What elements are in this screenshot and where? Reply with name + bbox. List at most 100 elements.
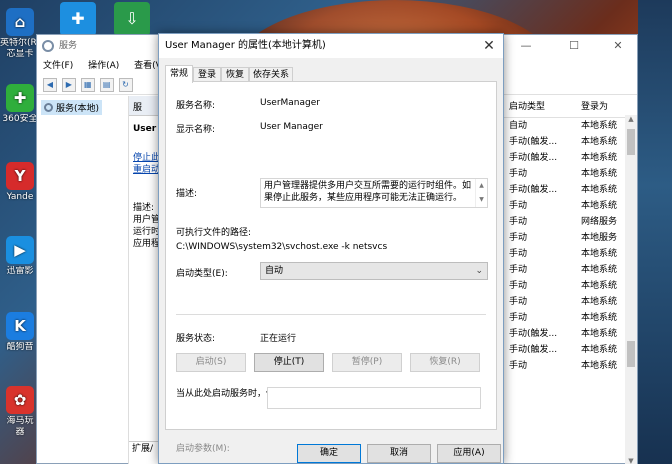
close-icon[interactable]: ✕ (479, 34, 499, 58)
table-row[interactable]: 手动 本地系统 (501, 198, 625, 214)
logon-as-cell: 本地系统 (581, 201, 618, 211)
startup-type-label: 启动类型(E): (176, 269, 228, 279)
logon-as-cell: 本地系统 (581, 361, 618, 371)
stop-button[interactable]: 停止(T) (254, 353, 324, 372)
start-button[interactable]: 启动(S) (176, 353, 246, 372)
table-row[interactable]: 手动 本地系统 (501, 262, 625, 278)
desktop-icon-360[interactable]: ✚ 360安全 (0, 84, 40, 125)
startup-type-cell: 手动 (509, 169, 528, 179)
tab-standard[interactable]: / (150, 444, 153, 454)
xunlei-player-icon: ▶ (6, 236, 34, 264)
scroll-up-icon[interactable]: ▲ (476, 179, 487, 193)
logon-as-cell: 本地系统 (581, 153, 618, 163)
resume-button[interactable]: 恢复(R) (410, 353, 480, 372)
desktop-icon-yandex[interactable]: Y Yande (0, 162, 40, 203)
tab-logon[interactable]: 登录 (193, 67, 221, 82)
table-row[interactable]: 手动(触发... 本地系统 (501, 326, 625, 342)
desktop-icon-kugou[interactable]: K 酷狗音 (0, 312, 40, 353)
table-row[interactable]: 手动 网络服务 (501, 214, 625, 230)
description-scrollbar[interactable]: ▲ ▼ (475, 179, 487, 207)
startup-type-cell: 手动 (509, 313, 528, 323)
desktop-icon-haima[interactable]: ✿ 海马玩 器 (0, 386, 40, 438)
table-row[interactable]: 手动 本地系统 (501, 358, 625, 374)
services-gear-icon (44, 103, 53, 112)
tab-extended[interactable]: 扩展 (132, 444, 150, 454)
scroll-down-icon[interactable]: ▼ (476, 193, 487, 207)
services-gear-icon (42, 40, 54, 52)
dialog-titlebar[interactable]: User Manager 的属性(本地计算机) ✕ (159, 34, 503, 58)
tab-recovery[interactable]: 恢复 (221, 67, 249, 82)
table-row[interactable]: 手动 本地系统 (501, 294, 625, 310)
pause-button[interactable]: 暂停(P) (332, 353, 402, 372)
startup-type-cell: 手动 (509, 233, 528, 243)
dialog-title: User Manager 的属性(本地计算机) (165, 40, 326, 51)
restart-service-link[interactable]: 重启动 (133, 162, 160, 175)
startup-type-cell: 手动 (509, 297, 528, 307)
apply-button[interactable]: 应用(A) (437, 444, 501, 463)
table-row[interactable]: 手动 本地系统 (501, 166, 625, 182)
scroll-up-icon[interactable]: ▲ (625, 115, 637, 123)
startup-type-select[interactable]: 自动 ⌄ (260, 262, 488, 280)
scroll-down-icon[interactable]: ▼ (625, 457, 637, 464)
startup-type-cell: 手动(触发... (509, 345, 558, 355)
table-row[interactable]: 手动 本地服务 (501, 230, 625, 246)
table-row[interactable]: 手动 本地系统 (501, 310, 625, 326)
startup-type-cell: 自动 (509, 121, 528, 131)
app-shortcut-icon[interactable]: ✚ (60, 2, 96, 36)
description-box[interactable]: 用户管理器提供多用户交互所需要的运行时组件。如果停止此服务，某些应用程序可能无法… (260, 178, 488, 208)
console-tree-icon[interactable]: ▦ (80, 78, 95, 92)
column-logon-as[interactable]: 登录为 (581, 96, 608, 118)
table-row[interactable]: 手动(触发... 本地系统 (501, 134, 625, 150)
wallpaper-right-strip (638, 0, 672, 464)
table-row[interactable]: 手动(触发... 本地系统 (501, 342, 625, 358)
table-row[interactable]: 手动(触发... 本地系统 (501, 182, 625, 198)
maximize-icon[interactable]: ☐ (559, 35, 589, 57)
menu-action[interactable]: 操作(A) (88, 61, 119, 71)
haima-emulator-icon: ✿ (6, 386, 34, 414)
desktop-icon-intel[interactable]: ⌂ 英特尔(R) 芯显卡 (0, 8, 40, 60)
kugou-music-icon: K (6, 312, 34, 340)
console-tree: 服务(本地) (37, 96, 129, 464)
table-row[interactable]: 手动(触发... 本地系统 (501, 150, 625, 166)
minimize-icon[interactable]: — (511, 35, 541, 57)
table-row[interactable]: 自动 本地系统 (501, 118, 625, 134)
start-params-input[interactable] (267, 387, 481, 409)
service-name-value: UserManager (260, 98, 320, 108)
tab-dependencies[interactable]: 依存关系 (249, 67, 293, 82)
desktop-icon-label: 芯显卡 (6, 49, 34, 59)
scroll-thumb-secondary[interactable] (627, 341, 635, 367)
display-name-label: 显示名称: (176, 125, 216, 135)
list-header: 启动类型 登录为 (501, 96, 625, 118)
tree-item-label: 服务(本地) (56, 104, 100, 114)
description-line: 应用程 (133, 239, 161, 249)
extended-pane-header-label: 服 (133, 103, 143, 113)
service-status-value: 正在运行 (260, 334, 297, 344)
table-row[interactable]: 手动 本地系统 (501, 278, 625, 294)
column-startup-type[interactable]: 启动类型 (509, 96, 545, 118)
download-manager-icon[interactable]: ⇩ (114, 2, 150, 36)
startup-type-cell: 手动(触发... (509, 153, 558, 163)
startup-type-cell: 手动(触发... (509, 137, 558, 147)
menu-file[interactable]: 文件(F) (43, 61, 73, 71)
general-tab-panel: 服务名称: UserManager 显示名称: User Manager 描述:… (165, 81, 497, 454)
services-list: 启动类型 登录为 自动 本地系统 手动(触发... 本地系统 手动(触发... 本地系统手… (501, 96, 625, 464)
cancel-button[interactable]: 取消 (367, 444, 431, 463)
refresh-icon[interactable]: ↻ (118, 78, 133, 92)
close-icon[interactable]: ✕ (603, 35, 633, 57)
list-scrollbar[interactable]: ▲ ▼ (625, 115, 637, 464)
ok-button[interactable]: 确定 (297, 444, 361, 463)
logon-as-cell: 本地系统 (581, 137, 618, 147)
desktop-icon-xunlei[interactable]: ▶ 迅雷影 (0, 236, 40, 277)
tree-item-services-local[interactable]: 服务(本地) (41, 100, 103, 115)
intel-graphics-icon: ⌂ (6, 8, 34, 36)
back-arrow-icon[interactable]: ◀ (43, 78, 57, 92)
scroll-thumb[interactable] (627, 129, 635, 155)
tab-general[interactable]: 常规 (165, 65, 193, 83)
logon-as-cell: 本地系统 (581, 313, 618, 323)
view-tabs: 扩展/ (129, 441, 161, 455)
properties-icon[interactable]: ▤ (99, 78, 114, 92)
display-name-value: User Manager (260, 122, 323, 132)
desktop-icon-label: 器 (15, 427, 25, 437)
forward-arrow-icon[interactable]: ▶ (61, 78, 76, 92)
table-row[interactable]: 手动 本地系统 (501, 246, 625, 262)
